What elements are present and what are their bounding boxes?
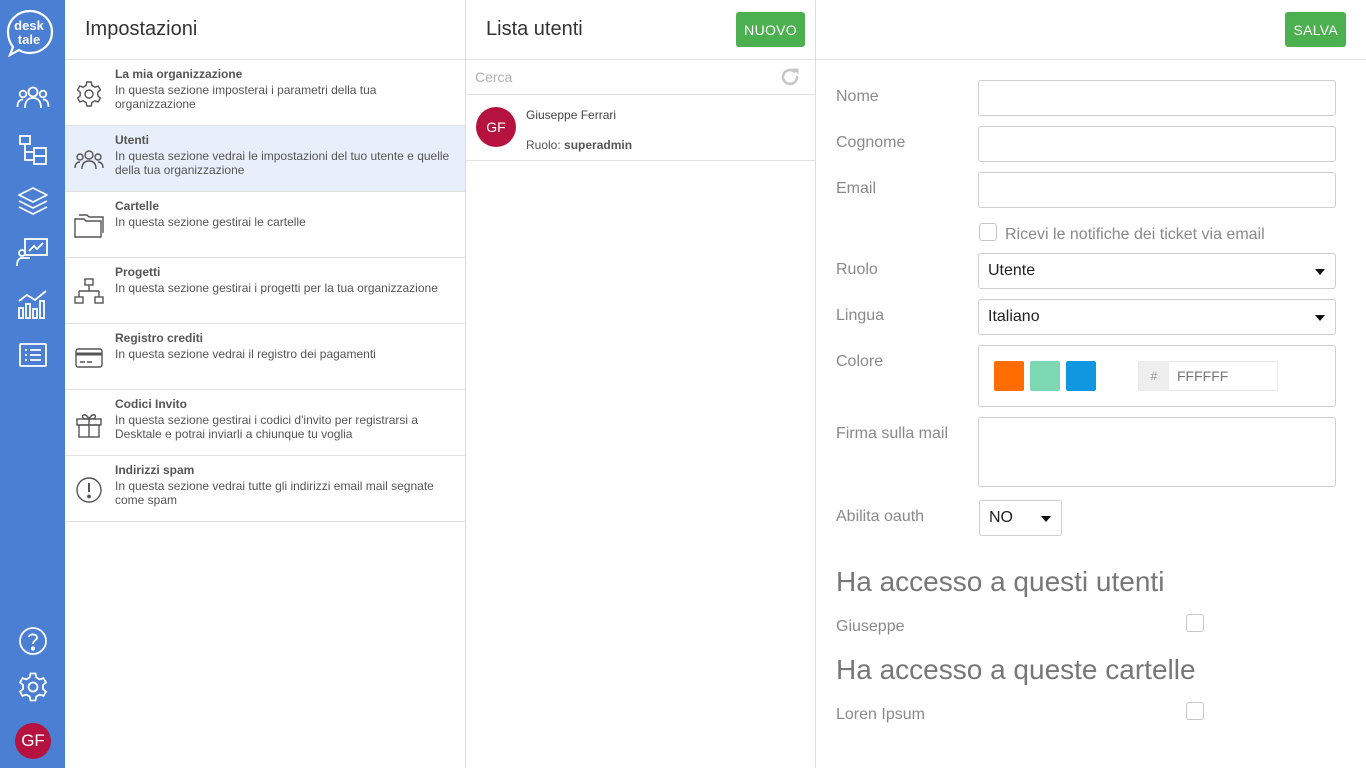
user-role-label: Ruolo: [526, 138, 561, 152]
settings-item-title: La mia organizzazione [115, 67, 243, 81]
settings-header: Impostazioni [65, 0, 465, 60]
ruolo-select[interactable]: Utente [978, 253, 1336, 289]
settings-item-desc: In questa sezione vedrai tutte gli indir… [115, 479, 434, 507]
sitemap-icon [74, 277, 104, 307]
rail-folders-icon[interactable] [14, 130, 52, 168]
save-button[interactable]: SALVA [1285, 12, 1346, 47]
folders-access-item-label: Loren Ipsum [836, 706, 925, 723]
nome-input[interactable] [978, 80, 1336, 116]
users-header: Lista utenti NUOVO [466, 0, 815, 60]
lingua-value: Italiano [988, 308, 1040, 325]
color-swatch-blue[interactable] [1066, 361, 1096, 391]
rail-gear-icon[interactable] [14, 668, 52, 706]
settings-item-folders[interactable]: Cartelle In questa sezione gestirai le c… [65, 192, 465, 258]
notify-email-label: Ricevi le notifiche dei ticket via email [1005, 226, 1265, 243]
settings-item-desc: In questa sezione vedrai il registro dei… [115, 347, 376, 361]
users-icon [74, 145, 104, 175]
user-role-value: superadmin [564, 138, 633, 152]
users-access-item-label: Giuseppe [836, 618, 905, 635]
settings-item-organization[interactable]: La mia organizzazione In questa sezione … [65, 60, 465, 126]
user-role: Ruolo: superadmin [526, 138, 632, 152]
lingua-select[interactable]: Italiano [978, 299, 1336, 335]
gear-icon [74, 79, 104, 109]
settings-item-title: Indirizzi spam [115, 463, 195, 477]
lingua-label: Lingua [836, 307, 885, 324]
settings-title: Impostazioni [85, 18, 198, 40]
rail-list-icon[interactable] [14, 336, 52, 374]
desktale-logo[interactable]: desk tale [6, 9, 54, 58]
user-name: Giuseppe Ferrari [526, 108, 617, 122]
users-access-checkbox[interactable] [1186, 614, 1204, 632]
users-list-title: Lista utenti [486, 18, 583, 40]
new-user-button[interactable]: NUOVO [736, 12, 805, 47]
logo-text-desk: desk [14, 18, 44, 33]
color-picker: # [978, 345, 1336, 407]
chevron-down-icon [1041, 516, 1051, 522]
hex-prefix: # [1139, 362, 1169, 390]
search-bar [466, 60, 815, 95]
email-input[interactable] [978, 172, 1336, 208]
nome-label: Nome [836, 88, 879, 105]
refresh-icon[interactable] [779, 66, 801, 88]
rail-layers-icon[interactable] [14, 182, 52, 220]
firma-textarea[interactable] [978, 417, 1336, 487]
folders-access-heading: Ha accesso a queste cartelle [836, 654, 1196, 685]
rail-presentation-chart-icon[interactable] [14, 233, 52, 271]
settings-item-title: Registro crediti [115, 331, 204, 345]
rail-users-icon[interactable] [14, 79, 52, 117]
oauth-value: NO [989, 509, 1013, 526]
folder-icon [74, 211, 104, 241]
user-list-item[interactable]: GF Giuseppe Ferrari Ruolo: superadmin [466, 95, 815, 161]
ruolo-value: Utente [988, 262, 1036, 279]
chevron-down-icon [1315, 315, 1325, 321]
oauth-label: Abilita oauth [836, 508, 925, 525]
colore-label: Colore [836, 353, 884, 370]
gift-icon [74, 409, 104, 439]
notify-email-checkbox[interactable] [979, 223, 997, 241]
ruolo-label: Ruolo [836, 261, 878, 278]
settings-item-desc: In questa sezione gestirai i progetti pe… [115, 281, 438, 295]
current-user-avatar[interactable]: GF [15, 723, 51, 759]
users-list-panel: Lista utenti NUOVO GF Giuseppe Ferrari R… [466, 0, 816, 768]
settings-item-title: Cartelle [115, 199, 160, 213]
user-avatar: GF [476, 107, 516, 147]
credit-card-icon [74, 343, 104, 373]
settings-item-projects[interactable]: Progetti In questa sezione gestirai i pr… [65, 258, 465, 324]
settings-item-desc: In questa sezione imposterai i parametri… [115, 83, 377, 111]
form-header: SALVA [816, 0, 1366, 60]
cognome-label: Cognome [836, 134, 906, 151]
chevron-down-icon [1315, 269, 1325, 275]
settings-item-desc: In questa sezione vedrai le impostazioni… [115, 149, 450, 177]
settings-panel: Impostazioni La mia organizzazione In qu… [65, 0, 466, 768]
email-label: Email [836, 180, 877, 197]
settings-item-credits[interactable]: Registro crediti In questa sezione vedra… [65, 324, 465, 390]
app: desk tale GF Impostazioni La mia organiz… [0, 0, 1366, 768]
hex-color-input[interactable] [1169, 362, 1277, 390]
settings-item-desc: In questa sezione gestirai le cartelle [115, 215, 306, 229]
logo-text-tale: tale [18, 32, 40, 47]
nav-rail: desk tale GF [0, 0, 65, 768]
cognome-input[interactable] [978, 126, 1336, 162]
settings-item-title: Codici Invito [115, 397, 187, 411]
rail-analytics-icon[interactable] [14, 285, 52, 323]
settings-item-desc: In questa sezione gestirai i codici d'in… [115, 413, 419, 441]
rail-help-icon[interactable] [14, 622, 52, 660]
user-detail-form: SALVA Nome Cognome Email Ricevi le notif… [816, 0, 1366, 768]
folders-access-checkbox[interactable] [1186, 702, 1204, 720]
settings-item-invite-codes[interactable]: Codici Invito In questa sezione gestirai… [65, 390, 465, 456]
color-swatch-mint[interactable] [1030, 361, 1060, 391]
oauth-select[interactable]: NO [979, 500, 1062, 536]
color-swatch-orange[interactable] [994, 361, 1024, 391]
settings-item-users[interactable]: Utenti In questa sezione vedrai le impos… [65, 126, 465, 192]
users-access-heading: Ha accesso a questi utenti [836, 566, 1165, 597]
settings-item-title: Progetti [115, 265, 161, 279]
search-input[interactable] [466, 60, 766, 94]
firma-label: Firma sulla mail [836, 425, 949, 442]
settings-item-title: Utenti [115, 133, 149, 147]
hex-color-field: # [1138, 361, 1278, 391]
settings-item-spam[interactable]: Indirizzi spam In questa sezione vedrai … [65, 456, 465, 522]
alert-icon [74, 475, 104, 505]
